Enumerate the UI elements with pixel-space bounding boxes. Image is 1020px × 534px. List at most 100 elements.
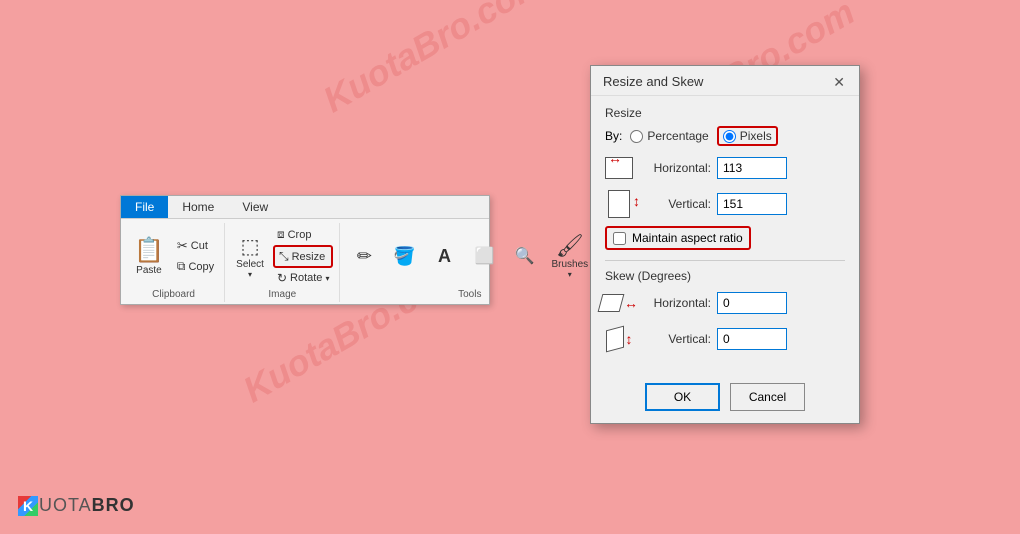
image-group-label: Image (268, 287, 296, 300)
crop-label: Crop (288, 229, 312, 241)
scissors-icon: ✂ (177, 238, 188, 254)
select-button[interactable]: ⬚ Select ▾ (231, 231, 269, 282)
ribbon-body: 📋 Paste ✂ Cut ⧉ Copy Clipboard (121, 219, 489, 304)
tools-group: ✏ 🪣 A ⬜ 🔍 🖌 Brushes ▾ (340, 223, 599, 302)
tab-file[interactable]: File (121, 196, 168, 218)
dialog-body: Resize By: Percentage Pixels ↔ Horizonta… (591, 96, 859, 375)
eraser-button[interactable]: ⬜ (466, 243, 502, 269)
resize-h-icon: ↔ (605, 154, 633, 182)
paste-label: Paste (136, 265, 162, 276)
ok-button[interactable]: OK (645, 383, 720, 411)
magnify-icon: 🔍 (514, 246, 534, 266)
brushes-button[interactable]: 🖌 Brushes ▾ (546, 230, 593, 282)
image-group: ⬚ Select ▾ ⧈ Crop ⤡ Resize ↻ Rotate (225, 223, 340, 302)
copy-button[interactable]: ⧉ Copy (173, 257, 218, 276)
rotate-icon: ↻ (277, 271, 287, 285)
pixels-radio-label[interactable]: Pixels (717, 126, 778, 146)
cancel-button[interactable]: Cancel (730, 383, 805, 411)
skew-h-icon: ↔ (605, 289, 633, 317)
select-icon: ⬚ (241, 234, 260, 259)
pencil-icon: ✏ (357, 246, 372, 267)
skew-horizontal-row: ↔ Horizontal: (605, 289, 845, 317)
skew-v-icon: ↕ (605, 325, 633, 353)
copy-label: Copy (188, 261, 214, 273)
crop-icon: ⧈ (277, 227, 285, 242)
resize-vertical-row: ↕ Vertical: (605, 190, 845, 218)
cut-label: Cut (191, 240, 208, 252)
resize-v-box (608, 190, 630, 218)
logo: K UOTA BRO (18, 495, 135, 516)
skew-section-label: Skew (Degrees) (605, 269, 845, 283)
tab-view[interactable]: View (228, 196, 282, 218)
resize-button[interactable]: ⤡ Resize (273, 245, 334, 268)
rotate-label: Rotate (290, 272, 322, 284)
clipboard-items: 📋 Paste ✂ Cut ⧉ Copy (129, 225, 218, 287)
resize-label: Resize (292, 251, 326, 263)
skew-h-shape (598, 294, 625, 312)
dialog-footer: OK Cancel (591, 375, 859, 423)
skew-h-arrow-icon: ↔ (624, 295, 638, 311)
select-label: Select (236, 259, 264, 270)
percentage-radio[interactable] (630, 130, 643, 143)
vertical-label: Vertical: (639, 197, 711, 211)
ribbon-tabs: File Home View (121, 196, 489, 219)
percentage-radio-label[interactable]: Percentage (630, 129, 708, 143)
divider (605, 260, 845, 261)
text-icon: A (438, 246, 451, 267)
dialog-titlebar: Resize and Skew ✕ (591, 66, 859, 96)
logo-bro: BRO (92, 495, 135, 516)
skew-vertical-row: ↕ Vertical: (605, 325, 845, 353)
maintain-aspect-ratio-row[interactable]: Maintain aspect ratio (605, 226, 751, 250)
copy-icon: ⧉ (177, 259, 186, 274)
skew-horizontal-label: Horizontal: (639, 296, 711, 310)
magnify-button[interactable]: 🔍 (506, 243, 542, 269)
vertical-input[interactable] (717, 193, 787, 215)
horizontal-label: Horizontal: (639, 161, 711, 175)
pencil-button[interactable]: ✏ (346, 243, 382, 270)
logo-uota: UOTA (39, 495, 92, 516)
resize-v-icon: ↕ (605, 190, 633, 218)
paste-button[interactable]: 📋 Paste (129, 233, 169, 279)
cut-button[interactable]: ✂ Cut (173, 236, 218, 256)
rotate-button[interactable]: ↻ Rotate ▾ (273, 269, 334, 287)
tab-home[interactable]: Home (168, 196, 228, 218)
resize-horizontal-row: ↔ Horizontal: (605, 154, 845, 182)
brushes-arrow: ▾ (568, 270, 572, 279)
brushes-icon: 🖌 (556, 233, 584, 259)
skew-horizontal-input[interactable] (717, 292, 787, 314)
watermark-1: KuotaBro.com (316, 0, 552, 121)
image-items: ⬚ Select ▾ ⧈ Crop ⤡ Resize ↻ Rotate (231, 225, 333, 287)
fill-icon: 🪣 (393, 246, 415, 267)
brushes-label: Brushes (551, 259, 588, 270)
skew-v-arrow-icon: ↕ (626, 331, 633, 347)
resize-by-row: By: Percentage Pixels (605, 126, 845, 146)
crop-resize-col: ⧈ Crop ⤡ Resize ↻ Rotate ▾ (273, 225, 334, 287)
crop-button[interactable]: ⧈ Crop (273, 225, 334, 244)
pixels-radio[interactable] (723, 130, 736, 143)
text-button[interactable]: A (426, 243, 462, 270)
logo-box: K (18, 496, 38, 516)
skew-v-shape (606, 326, 624, 353)
resize-skew-dialog: Resize and Skew ✕ Resize By: Percentage … (590, 65, 860, 424)
horizontal-input[interactable] (717, 157, 787, 179)
eraser-icon: ⬜ (474, 246, 494, 266)
paste-icon: 📋 (134, 236, 164, 265)
cut-copy-col: ✂ Cut ⧉ Copy (173, 236, 218, 276)
resize-icon: ⤡ (279, 249, 289, 264)
resize-section-label: Resize (605, 106, 845, 120)
rotate-arrow: ▾ (325, 274, 329, 283)
maintain-aspect-ratio-checkbox[interactable] (613, 232, 626, 245)
pixels-label: Pixels (740, 129, 772, 143)
percentage-label: Percentage (647, 129, 708, 143)
tools-items: ✏ 🪣 A ⬜ 🔍 🖌 Brushes ▾ (346, 225, 593, 287)
resize-h-box: ↔ (605, 157, 633, 179)
close-button[interactable]: ✕ (831, 75, 847, 89)
tools-group-label: Tools (458, 287, 481, 300)
skew-vertical-input[interactable] (717, 328, 787, 350)
skew-vertical-label: Vertical: (639, 332, 711, 346)
select-arrow: ▾ (248, 270, 252, 279)
fill-button[interactable]: 🪣 (386, 243, 422, 270)
clipboard-group-label: Clipboard (152, 287, 195, 300)
by-label: By: (605, 129, 622, 143)
maintain-aspect-ratio-label: Maintain aspect ratio (632, 231, 743, 245)
